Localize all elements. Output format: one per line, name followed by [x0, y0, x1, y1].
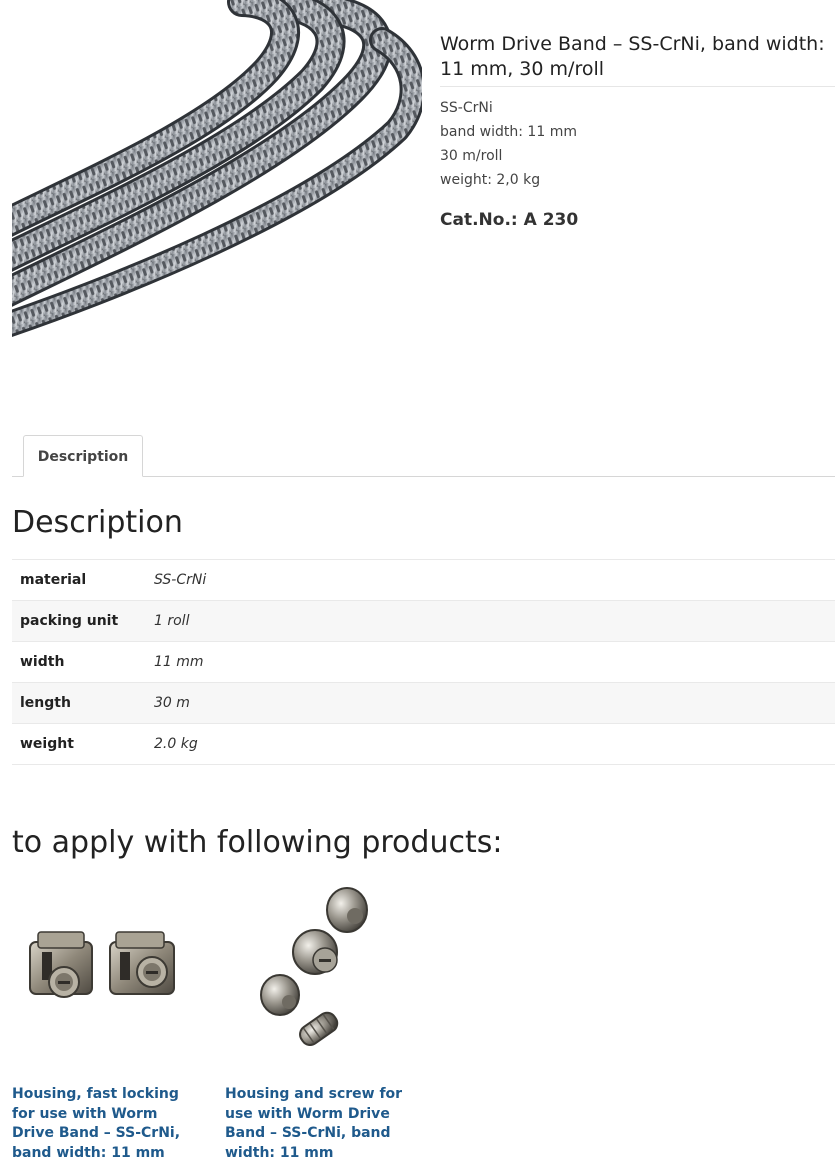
attribute-value: SS-CrNi [154, 572, 207, 588]
catalog-number: Cat.No.: A 230 [440, 210, 579, 230]
table-row: material SS-CrNi [12, 559, 835, 601]
attribute-label: packing unit [20, 613, 119, 629]
product-tabs: Description [12, 435, 835, 477]
short-desc-line: 30 m/roll [440, 148, 503, 164]
related-product: Housing and screw for use with Worm Driv… [225, 880, 410, 1163]
housing-and-screw-icon[interactable] [225, 880, 410, 1065]
attribute-label: weight [20, 736, 74, 752]
attribute-label: material [20, 572, 87, 588]
attribute-label: length [20, 695, 71, 711]
related-product: Housing, fast locking for use with Worm … [12, 880, 197, 1163]
short-desc-line: weight: 2,0 kg [440, 172, 541, 188]
table-row: packing unit 1 roll [12, 600, 835, 642]
related-product-link[interactable]: Housing and screw for use with Worm Driv… [225, 1085, 410, 1163]
attribute-label: width [20, 654, 65, 670]
attribute-value: 1 roll [154, 613, 190, 629]
short-description: SS-CrNi band width: 11 mm 30 m/roll weig… [440, 96, 835, 192]
table-row: weight 2.0 kg [12, 723, 835, 765]
attribute-value: 2.0 kg [154, 736, 198, 752]
tab-description[interactable]: Description [23, 435, 143, 477]
product-image[interactable] [12, 0, 422, 340]
attribute-value: 11 mm [154, 654, 204, 670]
related-products-heading: to apply with following products: [12, 825, 503, 860]
table-row: length 30 m [12, 682, 835, 724]
short-desc-line: band width: 11 mm [440, 124, 577, 140]
short-desc-line: SS-CrNi [440, 100, 493, 116]
housing-fast-locking-icon[interactable] [12, 880, 197, 1065]
attributes-table: material SS-CrNi packing unit 1 roll wid… [12, 559, 835, 765]
related-product-link[interactable]: Housing, fast locking for use with Worm … [12, 1085, 197, 1163]
product-title: Worm Drive Band – SS-CrNi, band width: 1… [440, 32, 835, 87]
description-heading: Description [12, 505, 183, 540]
product-summary: Worm Drive Band – SS-CrNi, band width: 1… [440, 32, 835, 230]
steel-band-roll-icon [12, 0, 422, 337]
attribute-value: 30 m [154, 695, 190, 711]
table-row: width 11 mm [12, 641, 835, 683]
